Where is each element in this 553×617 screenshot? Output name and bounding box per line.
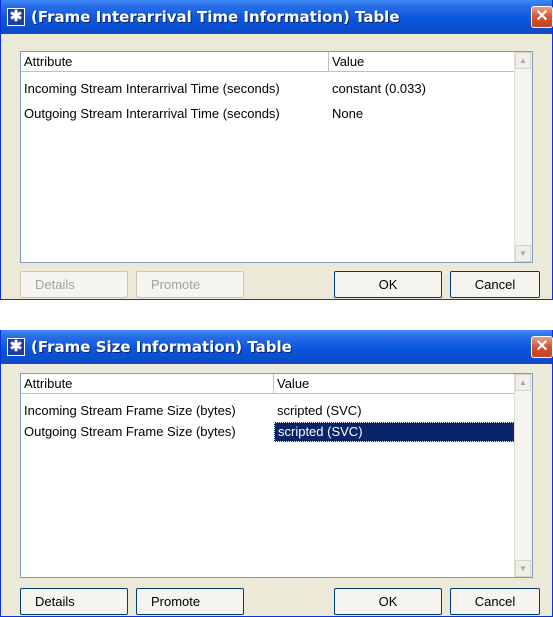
scroll-down-icon[interactable]: ▼ — [515, 560, 531, 577]
value-cell[interactable]: scripted (SVC) — [274, 401, 527, 421]
ok-button-label: OK — [378, 594, 398, 609]
title-bar[interactable]: ✱ (Frame Size Information) Table ✕ — [1, 330, 553, 364]
column-header-value[interactable]: Value — [329, 52, 515, 71]
close-button[interactable]: ✕ — [531, 336, 553, 358]
attribute-table[interactable]: Attribute Value Incoming Stream Interarr… — [20, 51, 533, 263]
promote-button[interactable]: Promote — [136, 271, 244, 298]
scroll-up-icon[interactable]: ▲ — [515, 374, 531, 391]
title-bar[interactable]: ✱ (Frame Interarrival Time Information) … — [1, 0, 553, 34]
promote-button[interactable]: Promote — [136, 588, 244, 615]
table-row[interactable]: Incoming Stream Interarrival Time (secon… — [21, 79, 515, 99]
scroll-down-icon[interactable]: ▼ — [515, 245, 531, 262]
attribute-cell: Outgoing Stream Frame Size (bytes) — [24, 424, 236, 439]
scroll-up-icon[interactable]: ▲ — [515, 52, 531, 69]
details-button[interactable]: Details — [20, 271, 128, 298]
ok-button[interactable]: OK — [334, 588, 442, 615]
table-row-selected[interactable]: Outgoing Stream Frame Size (bytes) scrip… — [21, 422, 527, 442]
promote-button-label: Promote — [151, 594, 201, 609]
column-header-attribute[interactable]: Attribute — [21, 374, 274, 393]
column-header-attribute[interactable]: Attribute — [21, 52, 329, 71]
cancel-button-label: Cancel — [474, 594, 516, 609]
dialog-title: (Frame Interarrival Time Information) Ta… — [31, 8, 400, 26]
value-cell-selected[interactable]: scripted (SVC) — [274, 422, 527, 442]
frame-interarrival-dialog: ✱ (Frame Interarrival Time Information) … — [0, 0, 553, 300]
close-button[interactable]: ✕ — [531, 6, 553, 28]
cancel-button[interactable]: Cancel — [450, 588, 540, 615]
asterisk-icon: ✱ — [7, 8, 25, 26]
table-header: Attribute Value — [21, 52, 515, 72]
asterisk-icon: ✱ — [7, 338, 25, 356]
frame-size-dialog: ✱ (Frame Size Information) Table ✕ Attri… — [0, 330, 553, 617]
details-button-label: Details — [35, 594, 75, 609]
details-button[interactable]: Details — [20, 588, 128, 615]
table-row[interactable]: Incoming Stream Frame Size (bytes) scrip… — [21, 401, 515, 421]
promote-button-label: Promote — [151, 277, 201, 292]
attribute-cell: Incoming Stream Frame Size (bytes) — [24, 403, 236, 418]
ok-button-label: OK — [378, 277, 398, 292]
cancel-button[interactable]: Cancel — [450, 271, 540, 298]
dialog-title: (Frame Size Information) Table — [31, 338, 292, 356]
cancel-button-label: Cancel — [474, 277, 516, 292]
attribute-cell: Outgoing Stream Interarrival Time (secon… — [24, 106, 280, 121]
attribute-table[interactable]: Attribute Value Incoming Stream Frame Si… — [20, 373, 533, 578]
table-header: Attribute Value — [21, 374, 515, 394]
table-row[interactable]: Outgoing Stream Interarrival Time (secon… — [21, 104, 515, 124]
ok-button[interactable]: OK — [334, 271, 442, 298]
details-button-label: Details — [35, 277, 75, 292]
vertical-scrollbar[interactable]: ▲ ▼ — [514, 52, 532, 262]
vertical-scrollbar[interactable]: ▲ ▼ — [514, 374, 532, 577]
attribute-cell: Incoming Stream Interarrival Time (secon… — [24, 81, 280, 96]
value-cell[interactable]: constant (0.033) — [329, 79, 515, 99]
column-header-value[interactable]: Value — [274, 374, 515, 393]
value-cell[interactable]: None — [329, 104, 515, 124]
